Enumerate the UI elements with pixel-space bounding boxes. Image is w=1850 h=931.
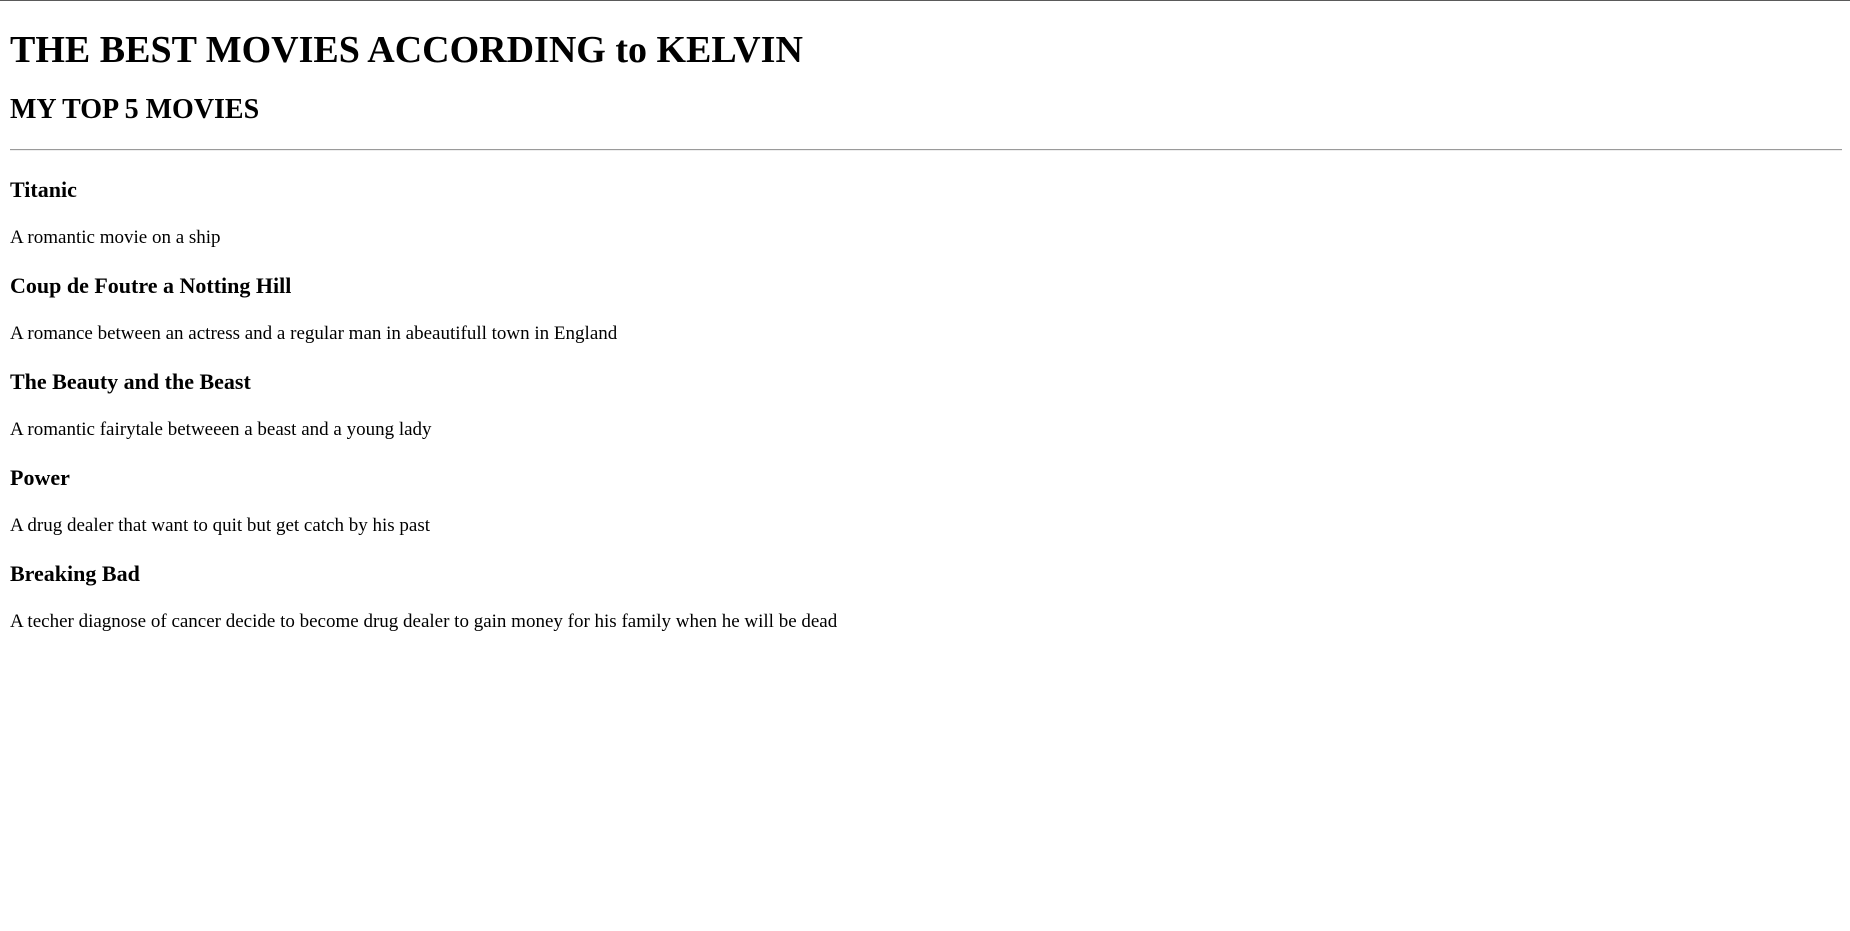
movie-item-beauty-and-the-beast: The Beauty and the Beast A romantic fair… [10,345,1842,441]
movie-item-notting-hill: Coup de Foutre a Notting Hill A romance … [10,249,1842,345]
movie-item-titanic: Titanic A romantic movie on a ship [10,151,1842,249]
page-content: THE BEST MOVIES ACCORDING to KELVIN MY T… [10,0,1842,633]
page-title: THE BEST MOVIES ACCORDING to KELVIN [10,29,803,71]
movie-description: A drug dealer that want to quit but get … [10,515,431,536]
movie-description: A romance between an actress and a regul… [10,323,618,344]
movie-title: Power [10,465,70,490]
movie-description: A romantic fairytale betweeen a beast an… [10,419,432,440]
movie-description: A techer diagnose of cancer decide to be… [10,611,838,632]
movie-item-breaking-bad: Breaking Bad A techer diagnose of cancer… [10,537,1842,633]
movie-title: Breaking Bad [10,561,140,586]
movie-description: A romantic movie on a ship [10,227,221,248]
page-subtitle: MY TOP 5 MOVIES [10,94,260,125]
movie-title: Titanic [10,177,77,202]
movie-item-power: Power A drug dealer that want to quit bu… [10,441,1842,537]
movie-list: Titanic A romantic movie on a ship Coup … [10,151,1842,633]
movie-title: The Beauty and the Beast [10,369,251,394]
movie-title: Coup de Foutre a Notting Hill [10,273,292,298]
